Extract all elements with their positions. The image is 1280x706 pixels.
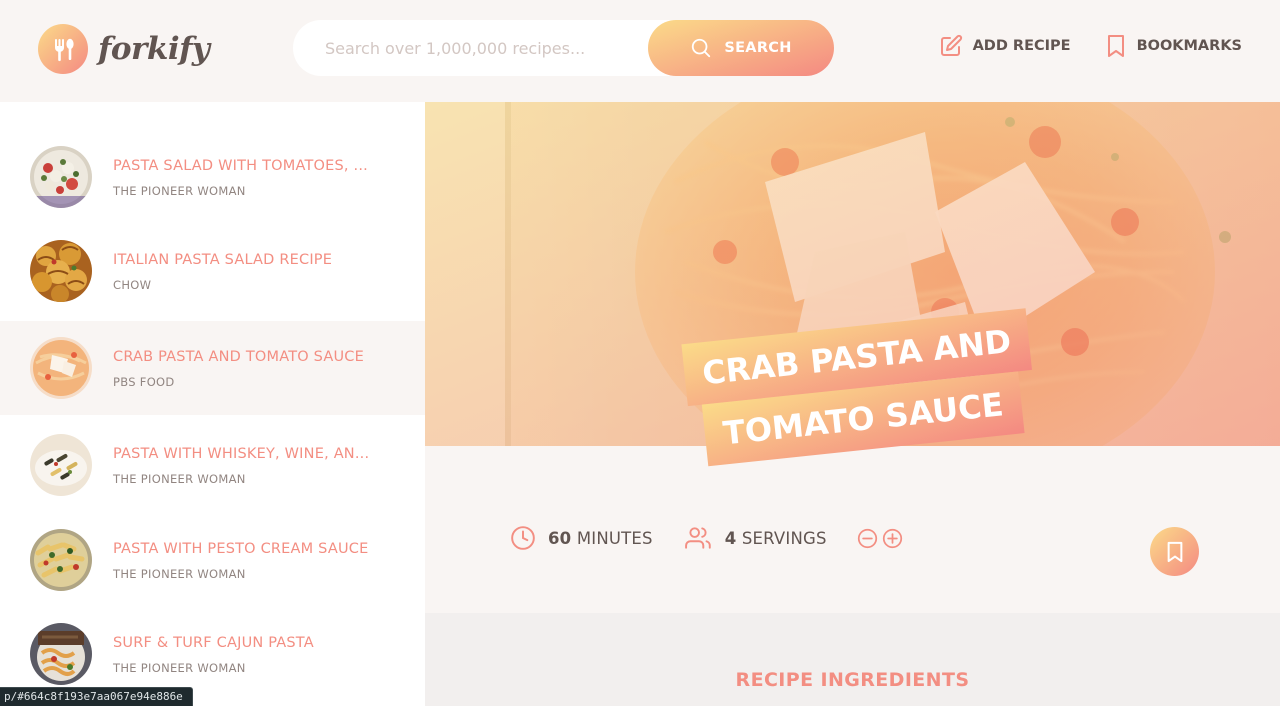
users-icon xyxy=(684,527,711,549)
clock-icon xyxy=(511,526,535,550)
recipe-minutes-value: 60 xyxy=(548,528,572,548)
fork-spoon-icon xyxy=(38,24,88,74)
add-recipe-label: ADD RECIPE xyxy=(972,38,1071,54)
logo-text: forkify xyxy=(98,31,210,67)
recipe-details: 60 MINUTES 4 SERVINGS xyxy=(510,525,903,551)
result-thumbnail xyxy=(30,623,92,685)
result-publisher: THE PIONEER WOMAN xyxy=(113,472,246,486)
result-publisher: PBS FOOD xyxy=(113,375,175,389)
bookmarks-label: BOOKMARKS xyxy=(1136,38,1242,54)
result-publisher: CHOW xyxy=(113,278,152,292)
result-publisher: THE PIONEER WOMAN xyxy=(113,567,246,581)
recipe-minutes-label: MINUTES xyxy=(576,528,653,548)
ingredients-heading: RECIPE INGREDIENTS xyxy=(735,669,970,691)
result-title: PASTA WITH PESTO CREAM SAUCE xyxy=(113,541,369,557)
result-title: SURF & TURF CAJUN PASTA xyxy=(113,635,314,651)
recipe-view: CRAB PASTA AND TOMATO SAUCE 60 MINUTES 4… xyxy=(425,102,1280,706)
header-nav: ADD RECIPE BOOKMARKS xyxy=(939,34,1242,58)
result-title: CRAB PASTA AND TOMATO SAUCE xyxy=(113,349,364,365)
result-thumbnail xyxy=(30,529,92,591)
recipe-time: 60 MINUTES xyxy=(510,525,653,551)
result-title: ITALIAN PASTA SALAD RECIPE xyxy=(113,252,333,268)
search-button-label: SEARCH xyxy=(724,40,792,56)
plus-circle-icon[interactable] xyxy=(882,528,903,549)
header: forkify SEARCH ADD RECIPE BOOKMARKS xyxy=(0,0,1280,102)
result-item[interactable]: PASTA WITH PESTO CREAM SAUCE THE PIONEER… xyxy=(0,513,425,607)
add-recipe-button[interactable]: ADD RECIPE xyxy=(939,34,1071,58)
bookmark-icon xyxy=(1107,35,1124,57)
result-item-active[interactable]: CRAB PASTA AND TOMATO SAUCE PBS FOOD xyxy=(0,321,425,415)
result-thumbnail xyxy=(30,146,92,208)
search-results: PASTA SALAD WITH TOMATOES, ... THE PIONE… xyxy=(0,102,425,706)
result-thumbnail xyxy=(30,240,92,302)
servings-controls xyxy=(857,528,903,549)
result-title: PASTA WITH WHISKEY, WINE, AN... xyxy=(113,446,370,462)
minus-circle-icon[interactable] xyxy=(857,528,878,549)
result-publisher: THE PIONEER WOMAN xyxy=(113,184,246,198)
recipe-ingredients: RECIPE INGREDIENTS xyxy=(425,613,1280,706)
recipe-servings-label: SERVINGS xyxy=(741,528,827,548)
search-button[interactable]: SEARCH xyxy=(648,20,834,76)
logo[interactable]: forkify xyxy=(38,24,210,74)
search-icon xyxy=(692,38,711,58)
edit-icon xyxy=(940,34,962,56)
recipe-servings: 4 SERVINGS xyxy=(684,525,903,551)
result-item[interactable]: PASTA WITH WHISKEY, WINE, AN... THE PION… xyxy=(0,418,425,512)
browser-status-bar: p/#664c8f193e7aa067e94e886e xyxy=(0,687,193,706)
result-title: PASTA SALAD WITH TOMATOES, ... xyxy=(113,158,368,174)
bookmark-recipe-button[interactable] xyxy=(1150,527,1199,576)
result-thumbnail xyxy=(30,434,92,496)
result-item[interactable]: ITALIAN PASTA SALAD RECIPE CHOW xyxy=(0,224,425,318)
bookmark-icon xyxy=(1167,541,1182,562)
search-form: SEARCH xyxy=(293,20,834,76)
result-thumbnail xyxy=(30,337,92,399)
recipe-servings-value: 4 xyxy=(724,528,737,548)
result-item[interactable]: PASTA SALAD WITH TOMATOES, ... THE PIONE… xyxy=(0,130,425,224)
search-input[interactable] xyxy=(325,38,625,58)
result-publisher: THE PIONEER WOMAN xyxy=(113,661,246,675)
bookmarks-button[interactable]: BOOKMARKS xyxy=(1105,34,1242,58)
